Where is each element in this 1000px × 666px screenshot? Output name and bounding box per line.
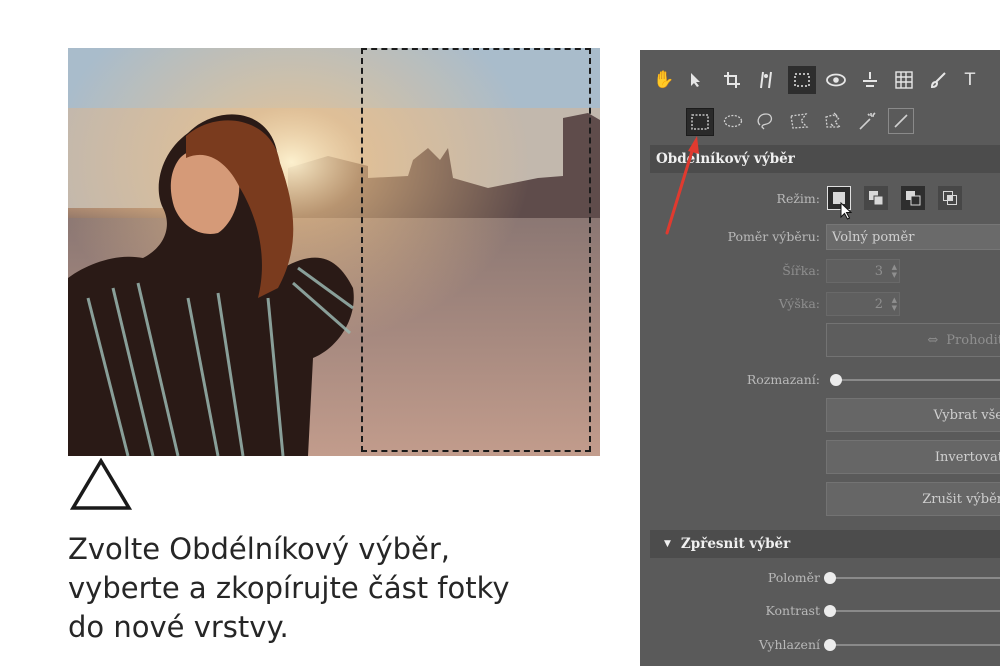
swap-arrows-icon: ⇔ [927,332,939,348]
invert-button[interactable]: Invertovat [826,440,1000,474]
instruction-caption: Zvolte Obdélníkový výběr, vyberte a zkop… [68,530,588,647]
radius-slider-track[interactable] [830,577,1000,579]
hand-icon[interactable]: ✋ [652,68,676,92]
grid-icon[interactable] [892,68,916,92]
swap-label: Prohodit [946,332,1000,348]
mode-intersect-button[interactable] [938,186,962,210]
mode-add-button[interactable] [864,186,888,210]
selection-icon[interactable] [788,66,816,94]
smooth-slider-knob[interactable] [824,639,836,651]
ratio-value: Volný poměr [832,229,915,245]
smooth-label: Vyhlazení [758,637,820,652]
height-spinner-arrows-icon[interactable]: ▲ ▼ [892,296,897,312]
rect-selection-header: Obdelníkový výběr [650,145,1000,173]
polygon-lasso-icon[interactable] [786,108,812,134]
tool-panel: ✋ T Obdelníkový výběr Režim: Poměr výběr… [640,50,1000,666]
blur-label: Rozmazaní: [746,372,820,387]
blur-slider-track[interactable] [836,379,1000,381]
refine-title: Zpřesnit výběr [680,536,791,552]
height-spinbox[interactable]: 2 ▲ ▼ [826,292,900,316]
contrast-slider-knob[interactable] [824,605,836,617]
magic-wand-icon[interactable] [854,108,880,134]
brush-icon[interactable] [926,68,950,92]
blur-slider-knob[interactable] [830,374,842,386]
triangle-icon [70,458,132,510]
deselect-button[interactable]: Zrušit výběr [826,482,1000,516]
height-label: Výška: [778,296,820,311]
smooth-slider-track[interactable] [830,644,1000,646]
caption-line-1: Zvolte Obdélníkový výběr, [68,532,450,566]
deselect-label: Zrušit výběr [922,491,1000,507]
caption-line-2: vyberte a zkopírujte část fotky [68,571,510,605]
pointer-icon[interactable] [684,68,708,92]
contrast-label: Kontrast [765,603,820,618]
radius-slider-knob[interactable] [824,572,836,584]
text-icon[interactable]: T [958,68,982,92]
rectangle-selection-marquee[interactable] [361,48,591,452]
brush-select-icon[interactable] [888,108,914,134]
swap-button[interactable]: ⇔ Prohodit [826,323,1000,357]
caption-line-3: do nové vrstvy. [68,610,289,644]
ratio-label: Poměr výběru: [727,229,820,244]
select-all-button[interactable]: Vybrat vše [826,398,1000,432]
width-value: 3 [874,263,883,279]
lasso-icon[interactable] [752,108,778,134]
rectangle-select-icon[interactable] [686,108,714,136]
radius-label: Poloměr [767,570,820,585]
invert-label: Invertovat [934,449,1000,465]
crop-icon[interactable] [720,68,744,92]
magnetic-lasso-icon[interactable] [820,108,846,134]
mode-label: Režim: [776,191,820,206]
mouse-cursor-icon [840,202,853,220]
rect-selection-title: Obdelníkový výběr [656,151,795,167]
width-spinner-arrows-icon[interactable]: ▲ ▼ [892,263,897,279]
width-spinbox[interactable]: 3 ▲ ▼ [826,259,900,283]
straighten-icon[interactable] [754,68,778,92]
level-icon[interactable] [858,68,882,92]
width-label: Šířka: [782,263,820,278]
refine-selection-header[interactable]: ▼ Zpřesnit výběr [650,530,1000,558]
ellipse-select-icon[interactable] [720,108,746,134]
chevron-down-icon: ▼ [664,539,671,549]
mode-subtract-button[interactable] [901,186,925,210]
eye-icon[interactable] [824,68,848,92]
contrast-slider-track[interactable] [830,610,1000,612]
height-value: 2 [874,296,883,312]
select-all-label: Vybrat vše [933,407,1000,423]
ratio-select[interactable]: Volný poměr [826,224,1000,250]
text-tool-label: T [964,70,976,90]
